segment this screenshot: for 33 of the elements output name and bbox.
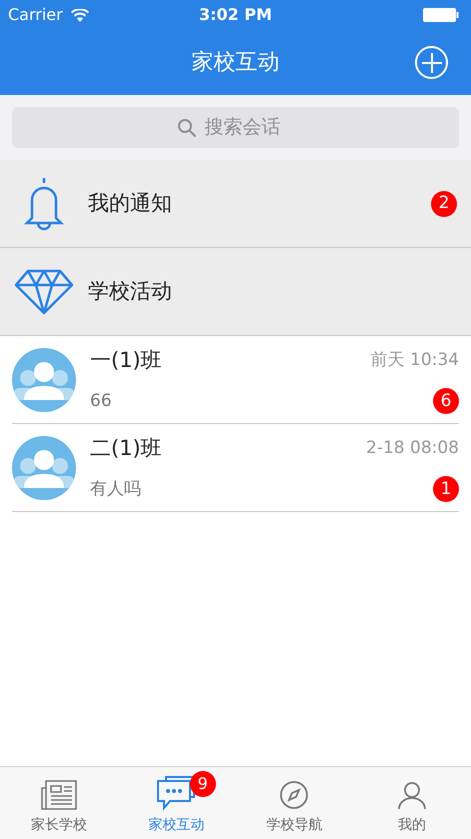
- tab-item[interactable]: 学校导航: [236, 767, 354, 839]
- tab-item[interactable]: 家校互动 9: [118, 767, 236, 839]
- newspaper-icon: [40, 779, 78, 811]
- add-button[interactable]: [415, 46, 448, 79]
- search-field[interactable]: 搜索会话: [204, 113, 294, 142]
- conversation-row[interactable]: 一(1)班 前天 10:34 66 6: [12, 336, 459, 424]
- conversation-row[interactable]: 二(1)班 2-18 08:08 有人吗 1: [12, 424, 459, 512]
- search-icon: [176, 118, 196, 138]
- count-badge: 9: [190, 771, 216, 797]
- battery-icon: [423, 8, 459, 22]
- compass-icon: [278, 779, 310, 811]
- diamond-icon: [14, 268, 74, 316]
- conversation-name: 一(1)班: [90, 346, 162, 374]
- count-badge: 2: [431, 190, 457, 216]
- page-title: 家校互动: [192, 49, 280, 77]
- wifi-icon: [70, 8, 89, 22]
- count-badge: 6: [433, 388, 459, 414]
- plus-icon: [422, 52, 442, 72]
- tab-item[interactable]: 家长学校: [0, 767, 118, 839]
- count-badge: 1: [433, 476, 459, 502]
- tab-item[interactable]: 我的: [353, 767, 471, 839]
- shortcut-row[interactable]: 我的通知 2: [0, 160, 471, 248]
- carrier-label: Carrier: [8, 4, 63, 26]
- person-icon: [396, 779, 428, 811]
- shortcut-label: 学校活动: [88, 278, 172, 305]
- shortcut-row[interactable]: 学校活动: [0, 248, 471, 336]
- message-preview: 66: [90, 390, 112, 412]
- shortcut-label: 我的通知: [88, 190, 172, 217]
- clock-label: 3:02 PM: [199, 4, 272, 26]
- conversation-time: 2-18 08:08: [366, 436, 459, 460]
- message-preview: 有人吗: [90, 478, 141, 500]
- conversation-name: 二(1)班: [90, 434, 162, 462]
- conversation-time: 前天 10:34: [370, 348, 459, 372]
